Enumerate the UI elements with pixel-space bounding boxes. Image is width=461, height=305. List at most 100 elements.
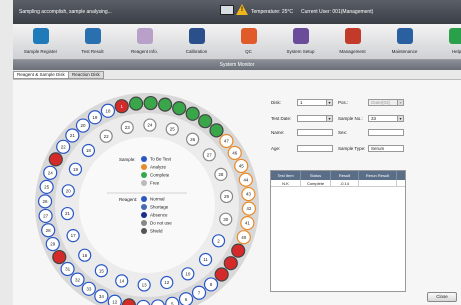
outer-sample-slot[interactable]: 24 [43,165,58,180]
slot-number: 28 [218,172,224,177]
inner-reagent-slot[interactable]: 14 [115,274,129,288]
inner-reagent-slot[interactable]: 25 [165,122,179,136]
outer-sample-slot[interactable]: 18 [100,103,116,118]
toolbar-button-qc[interactable]: QC [227,26,270,57]
toolbar-button-calibration[interactable]: Calibration [175,26,218,57]
outer-sample-slot[interactable]: 28 [41,223,56,238]
outer-sample-slot[interactable] [128,96,144,111]
outer-sample-slot[interactable]: 19 [87,110,103,125]
sample-type-field[interactable]: Serum [368,145,404,152]
sex-label: Sex: [338,130,348,135]
outer-sample-slot[interactable]: 6 [178,292,194,305]
inner-reagent-slot[interactable]: 15 [94,264,108,278]
toolbar-button-sample-register[interactable]: Sample Register [19,26,62,57]
inner-reagent-slot[interactable]: 16 [78,248,92,262]
sample-type-value: Serum [371,146,385,151]
outer-sample-slot[interactable]: 40 [236,230,251,245]
outer-sample-slot[interactable]: 46 [227,145,242,161]
pos-select[interactable]: Outer[03] ▾ [368,99,404,106]
table-header: Test Item Status Result Rerun Result [271,171,405,180]
age-field[interactable] [297,145,333,152]
disk-select[interactable]: 1 ▾ [297,99,333,106]
outer-sample-slot[interactable]: 27 [38,208,53,224]
inner-reagent-slot[interactable]: 2 [211,234,226,248]
outer-sample-slot[interactable] [52,249,67,265]
outer-sample-slot[interactable]: 5 [165,296,180,305]
outer-sample-slot[interactable]: 22 [56,139,71,154]
outer-sample-slot[interactable]: 7 [191,285,207,300]
toolbar-button-test-result[interactable]: Test Result [71,26,114,57]
sex-field[interactable] [368,129,404,136]
outer-sample-slot[interactable]: 1 [114,99,129,114]
outer-sample-slot[interactable]: 20 [75,118,91,133]
inner-reagent-slot[interactable]: 19 [68,162,83,176]
inner-reagent-slot[interactable]: 29 [219,189,234,204]
outer-sample-slot[interactable] [185,106,200,121]
test-date-select[interactable]: ▾ [297,115,333,122]
inner-reagent-slot[interactable]: 22 [99,129,113,143]
outer-sample-slot[interactable] [231,243,246,258]
toolbar-button-maintenance[interactable]: Maintenance [383,26,426,57]
outer-sample-slot[interactable]: 43 [241,186,256,202]
outer-sample-slot[interactable] [214,267,229,282]
slot-circle [185,106,200,121]
inner-reagent-slot[interactable]: 26 [186,132,200,146]
inner-reagent-slot[interactable]: 18 [81,143,96,158]
outer-sample-slot[interactable]: 33 [81,281,96,296]
toolbar-button-system-setup[interactable]: System Setup [279,26,322,57]
inner-reagent-slot[interactable]: 20 [61,184,75,198]
inner-reagent-slot[interactable]: 27 [202,148,216,162]
outer-sample-slot[interactable]: 21 [65,128,80,143]
outer-sample-slot[interactable] [172,101,187,116]
close-button[interactable]: Close [427,292,457,302]
name-field[interactable] [297,129,333,136]
toolbar-button-management[interactable]: Management [331,26,374,57]
warning-icon[interactable]: ! [236,4,248,15]
tab-reaction-disk[interactable]: Reaction Disk [68,71,104,79]
inner-reagent-slot[interactable]: 28 [214,167,228,181]
toolbar-button-reagent-info[interactable]: Reagent Info. [123,26,166,57]
outer-sample-slot[interactable]: 47 [219,133,234,149]
toolbar-button-label: Management [339,49,366,54]
sample-no-select[interactable]: 33 ▾ [368,115,404,122]
keyboard-icon[interactable] [220,5,234,15]
outer-sample-slot[interactable]: 25 [39,179,54,194]
slot-number: 44 [243,177,249,182]
pos-label: Pos.: [338,100,349,105]
inner-reagent-slot[interactable]: 24 [143,118,157,132]
inner-reagent-slot[interactable]: 21 [60,206,75,221]
outer-sample-slot[interactable] [223,256,238,271]
inner-reagent-slot[interactable]: 17 [66,229,80,243]
outer-sample-slot[interactable]: 34 [94,289,109,304]
toolbar-button-help[interactable]: Help [435,26,461,57]
inner-reagent-slot[interactable]: 23 [120,120,134,135]
outer-sample-slot[interactable] [48,152,63,167]
outer-sample-slot[interactable]: 32 [70,272,85,287]
outer-sample-slot[interactable]: 31 [60,261,75,277]
outer-sample-slot[interactable] [209,123,224,138]
outer-sample-slot[interactable]: 8 [203,277,219,292]
outer-sample-slot[interactable] [143,95,158,111]
slot-number: 28 [46,228,52,233]
cell-status: Complete [301,180,331,186]
inner-reagent-slot[interactable]: 11 [198,252,213,267]
outer-sample-slot[interactable] [198,114,213,129]
outer-sample-slot[interactable]: 41 [240,216,255,231]
outer-sample-slot[interactable]: 26 [37,194,53,209]
outer-sample-slot[interactable]: 12 [107,294,122,305]
outer-sample-slot[interactable]: 44 [238,172,253,187]
outer-sample-slot[interactable]: 45 [234,158,249,174]
legend-sample-swatch [141,156,147,162]
main-toolbar: Sample Register Test Result Reagent Info. C… [13,24,461,60]
inner-reagent-slot[interactable]: 13 [137,278,151,292]
tab-reagent-sample-disk[interactable]: Reagent & Sample Disk [13,71,69,79]
inner-reagent-slot[interactable]: 10 [181,267,195,281]
table-row[interactable]: N.K Complete -0.14 [271,180,405,187]
outer-sample-slot[interactable]: 42 [241,201,257,216]
slot-number: 20 [80,123,86,128]
inner-reagent-slot[interactable]: 30 [219,212,233,226]
outer-sample-slot[interactable]: 29 [45,236,60,252]
test-date-label: Test Date: [271,116,292,121]
inner-reagent-slot[interactable]: 12 [160,275,174,290]
outer-sample-slot[interactable] [158,97,173,112]
